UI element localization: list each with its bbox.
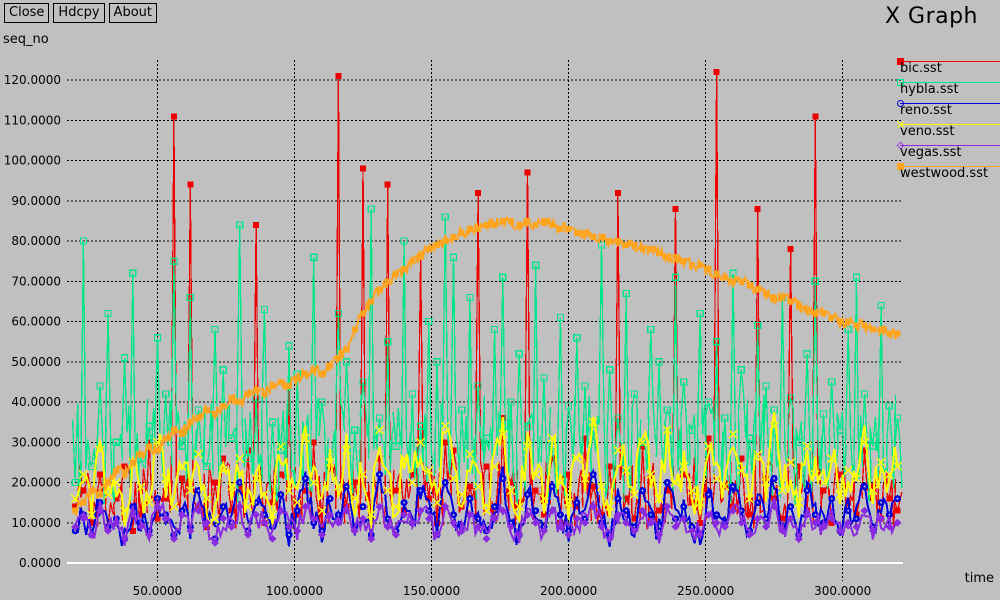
legend-label: westwood.sst (900, 166, 989, 181)
legend-label: vegas.sst (900, 145, 962, 160)
y-tick-label: 0.0000 (19, 556, 61, 570)
y-tick-label: 60.0000 (11, 315, 61, 329)
legend-label: hybla.sst (900, 82, 959, 97)
x-tick-label: 250.0000 (677, 584, 734, 598)
legend-label: reno.sst (900, 103, 952, 118)
x-tick-label: 150.0000 (403, 584, 460, 598)
y-tick-label: 110.0000 (4, 113, 61, 127)
x-tick-label: 50.0000 (133, 584, 183, 598)
x-tick-label: 300.0000 (814, 584, 871, 598)
chart-plot-area: 0.0000 10.0000 20.0000 30.0000 40.0000 50.000… (4, 60, 903, 598)
y-tick-label: 20.0000 (11, 476, 61, 490)
legend-item-reno-sst[interactable]: reno.sst (893, 100, 1000, 121)
y-tick-label: 50.0000 (11, 355, 61, 369)
legend-label: bic.sst (900, 61, 942, 76)
legend-label: veno.sst (900, 124, 955, 139)
legend-item-vegas-sst[interactable]: vegas.sst (893, 141, 1000, 163)
y-tick-label: 40.0000 (11, 395, 61, 409)
y-tick-label: 70.0000 (11, 274, 61, 288)
chart-legend: bic.sst hybla.sst reno.sst veno.sst vegas.ss… (893, 58, 1000, 184)
x-tick-label: 100.0000 (266, 584, 323, 598)
legend-item-veno-sst[interactable]: veno.sst (893, 121, 1000, 142)
legend-item-hybla-sst[interactable]: hybla.sst (893, 79, 1000, 100)
xgraph-window: Close Hdcpy About X Graph seq_no time 0.… (0, 0, 1000, 600)
y-tick-label: 10.0000 (11, 516, 61, 530)
y-tick-label: 90.0000 (11, 194, 61, 208)
legend-item-bic-sst[interactable]: bic.sst (893, 58, 1000, 79)
y-tick-label: 100.0000 (4, 154, 61, 168)
series-hybla-sst (71, 205, 903, 507)
legend-item-westwood-sst[interactable]: westwood.sst (893, 163, 1000, 184)
y-tick-label: 120.0000 (4, 73, 61, 87)
y-tick-label: 80.0000 (11, 234, 61, 248)
series-westwood-sst (72, 215, 901, 517)
y-tick-label: 30.0000 (11, 435, 61, 449)
x-tick-label: 200.0000 (540, 584, 597, 598)
